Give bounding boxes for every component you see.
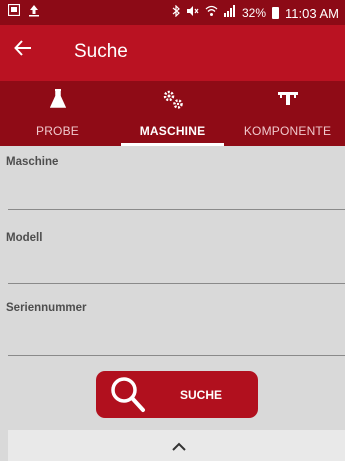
flask-icon [0, 89, 115, 109]
status-bar: 32% 11:03 AM [0, 0, 345, 25]
battery-percent: 32% [242, 6, 267, 20]
bottom-sheet-toggle[interactable] [8, 430, 345, 461]
signal-icon [224, 5, 236, 21]
component-icon [230, 89, 345, 109]
battery-icon [272, 7, 280, 19]
tab-label: KOMPONENTE [243, 124, 332, 138]
mute-icon [186, 5, 199, 21]
seriennummer-input[interactable] [8, 327, 345, 356]
seriennummer-label: Seriennummer [6, 302, 87, 314]
chevron-up-icon [172, 439, 186, 457]
tab-label: MASCHINE [139, 124, 206, 138]
gears-icon [115, 89, 230, 109]
modell-input[interactable] [8, 255, 345, 284]
tab-bar: PROBE MASCHINE KOMPONENTE [0, 81, 345, 146]
tab-probe[interactable]: PROBE [0, 81, 115, 146]
tab-maschine[interactable]: MASCHINE [115, 81, 230, 146]
search-icon [108, 374, 148, 419]
tab-komponente[interactable]: KOMPONENTE [230, 81, 345, 146]
search-button-label: SUCHE [180, 388, 223, 402]
page-title: Suche [74, 41, 128, 62]
bluetooth-icon [172, 4, 180, 21]
arrow-left-icon[interactable] [14, 39, 32, 63]
wifi-icon [205, 5, 218, 21]
search-button[interactable]: SUCHE [96, 371, 258, 418]
maschine-input[interactable] [8, 181, 345, 210]
gallery-notification-icon [7, 3, 21, 21]
upload-notification-icon [28, 4, 40, 21]
modell-label: Modell [6, 232, 43, 244]
clock: 11:03 AM [285, 5, 339, 21]
tab-label: PROBE [35, 124, 79, 138]
app-bar: Suche [0, 25, 345, 81]
active-tab-indicator [121, 143, 224, 146]
maschine-label: Maschine [6, 156, 59, 168]
